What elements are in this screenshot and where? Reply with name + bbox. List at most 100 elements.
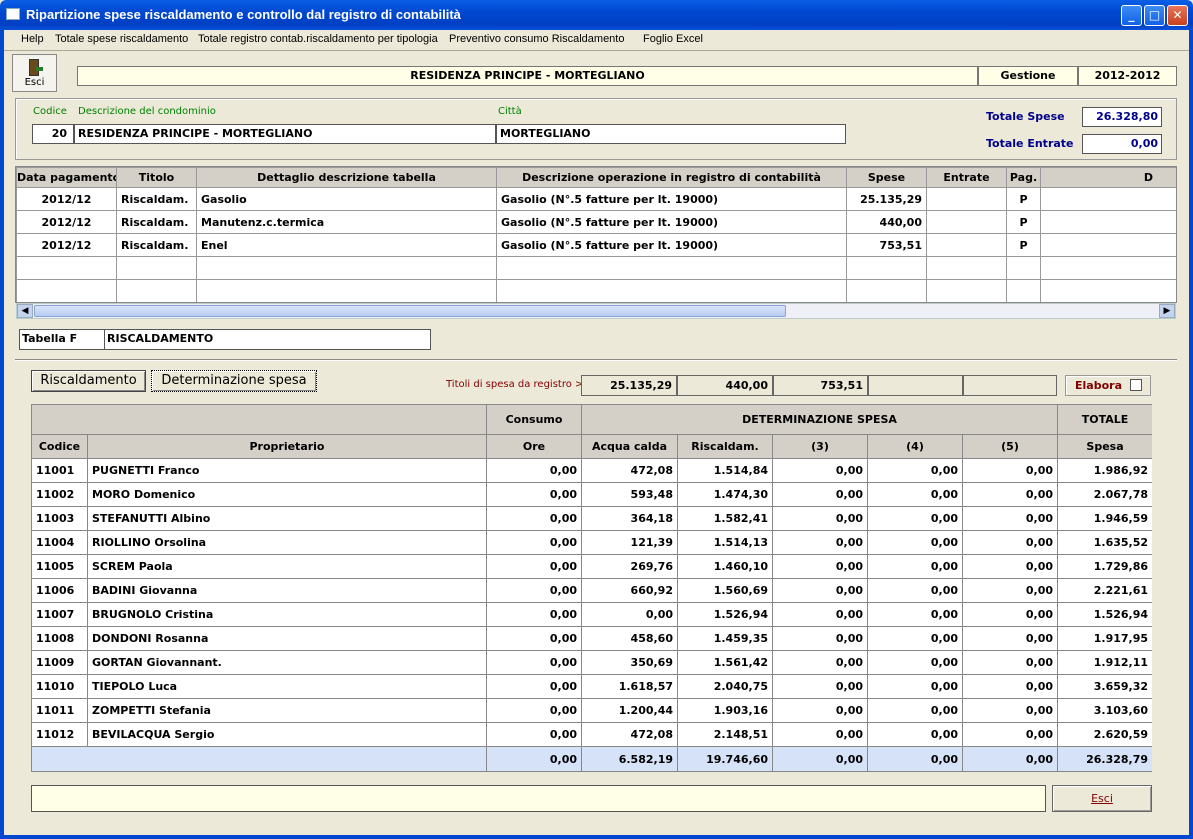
- cell-5[interactable]: 0,00: [961, 554, 1059, 579]
- registro-cell-d[interactable]: [1040, 256, 1176, 280]
- cell-proprietario[interactable]: MORO Domenico: [87, 482, 487, 507]
- cell-proprietario[interactable]: GORTAN Giovannant.: [87, 650, 487, 675]
- cell-riscaldam[interactable]: 1.474,30: [677, 482, 773, 507]
- cell-3[interactable]: 0,00: [772, 530, 868, 555]
- cell-ore[interactable]: 0,00: [486, 650, 582, 675]
- cell-5[interactable]: 0,00: [961, 482, 1059, 507]
- cell-riscaldam[interactable]: 2.148,51: [677, 722, 773, 747]
- cell-ore[interactable]: 0,00: [486, 626, 582, 651]
- cell-codice[interactable]: 11010: [31, 674, 88, 699]
- registro-cell-spese[interactable]: [846, 279, 927, 302]
- cell-riscaldam[interactable]: 2.040,75: [677, 674, 773, 699]
- menu-totale-registro[interactable]: Totale registro contab.riscaldamento per…: [198, 33, 438, 45]
- codice-field[interactable]: 20: [32, 124, 74, 144]
- col-d[interactable]: D: [1040, 167, 1176, 188]
- cell-proprietario[interactable]: ZOMPETTI Stefania: [87, 698, 487, 723]
- cell-acqua-calda[interactable]: 1.200,44: [581, 698, 678, 723]
- registro-cell-pag[interactable]: [1006, 279, 1041, 302]
- col-spesa[interactable]: Spesa: [1057, 434, 1152, 459]
- menu-preventivo[interactable]: Preventivo consumo Riscaldamento: [449, 33, 624, 45]
- col-data-pagamento[interactable]: Data pagamento: [16, 167, 117, 188]
- cell-spesa[interactable]: 3.659,32: [1057, 674, 1152, 699]
- cell-codice[interactable]: 11012: [31, 722, 88, 747]
- col-dettaglio[interactable]: Dettaglio descrizione tabella: [196, 167, 497, 188]
- registro-cell-dettaglio[interactable]: [196, 256, 497, 280]
- cell-codice[interactable]: 11006: [31, 578, 88, 603]
- registro-cell-entrate[interactable]: [926, 187, 1007, 211]
- minimize-button[interactable]: _: [1121, 5, 1142, 26]
- cell-3[interactable]: 0,00: [772, 698, 868, 723]
- col-acqua-calda[interactable]: Acqua calda: [581, 434, 678, 459]
- elabora-checkbox[interactable]: [1130, 379, 1142, 391]
- tab-determinazione-spesa[interactable]: Determinazione spesa: [151, 370, 317, 392]
- cell-3[interactable]: 0,00: [772, 578, 868, 603]
- col-entrate[interactable]: Entrate: [926, 167, 1007, 188]
- tab-riscaldamento[interactable]: Riscaldamento: [31, 370, 146, 392]
- cell-5[interactable]: 0,00: [961, 530, 1059, 555]
- cell-4[interactable]: 0,00: [867, 530, 963, 555]
- cell-proprietario[interactable]: BRUGNOLO Cristina: [87, 602, 487, 627]
- cell-3[interactable]: 0,00: [772, 674, 868, 699]
- cell-spesa[interactable]: 2.620,59: [1057, 722, 1152, 747]
- cell-spesa[interactable]: 1.635,52: [1057, 530, 1152, 555]
- cell-riscaldam[interactable]: 1.514,84: [677, 458, 773, 483]
- cell-5[interactable]: 0,00: [961, 650, 1059, 675]
- cell-ore[interactable]: 0,00: [486, 530, 582, 555]
- cell-5[interactable]: 0,00: [961, 674, 1059, 699]
- cell-3[interactable]: 0,00: [772, 554, 868, 579]
- cell-4[interactable]: 0,00: [867, 482, 963, 507]
- registro-cell-data[interactable]: [16, 279, 117, 302]
- tabella-value[interactable]: RISCALDAMENTO: [104, 329, 431, 350]
- registro-cell-d[interactable]: [1040, 187, 1176, 211]
- registro-cell-d[interactable]: [1040, 279, 1176, 302]
- registro-cell-descrizione[interactable]: [496, 279, 847, 302]
- cell-codice[interactable]: 11007: [31, 602, 88, 627]
- cell-3[interactable]: 0,00: [772, 482, 868, 507]
- registro-cell-dettaglio[interactable]: Enel: [196, 233, 497, 257]
- cell-3[interactable]: 0,00: [772, 602, 868, 627]
- registro-cell-titolo[interactable]: [116, 279, 197, 302]
- registro-cell-dettaglio[interactable]: Manutenz.c.termica: [196, 210, 497, 234]
- cell-riscaldam[interactable]: 1.514,13: [677, 530, 773, 555]
- registro-cell-dettaglio[interactable]: Gasolio: [196, 187, 497, 211]
- cell-spesa[interactable]: 1.912,11: [1057, 650, 1152, 675]
- cell-proprietario[interactable]: DONDONI Rosanna: [87, 626, 487, 651]
- registro-cell-descrizione[interactable]: Gasolio (N°.5 fatture per lt. 19000): [496, 233, 847, 257]
- cell-proprietario[interactable]: RIOLLINO Orsolina: [87, 530, 487, 555]
- proprietario-row[interactable]: 11003 STEFANUTTI Albino 0,00 364,18 1.582,41…: [31, 506, 1152, 531]
- cell-riscaldam[interactable]: 1.460,10: [677, 554, 773, 579]
- cell-ore[interactable]: 0,00: [486, 674, 582, 699]
- proprietario-row[interactable]: 11007 BRUGNOLO Cristina 0,00 0,00 1.526,94 0,…: [31, 602, 1152, 627]
- registro-cell-titolo[interactable]: Riscaldam.: [116, 233, 197, 257]
- col-titolo[interactable]: Titolo: [116, 167, 197, 188]
- cell-spesa[interactable]: 2.067,78: [1057, 482, 1152, 507]
- col-codice[interactable]: Codice: [31, 434, 88, 459]
- cell-5[interactable]: 0,00: [961, 626, 1059, 651]
- registro-cell-titolo[interactable]: Riscaldam.: [116, 210, 197, 234]
- cell-spesa[interactable]: 2.221,61: [1057, 578, 1152, 603]
- esci-toolbar-button[interactable]: Esci: [12, 54, 57, 92]
- registro-cell-data[interactable]: 2012/12: [16, 233, 117, 257]
- col-pag[interactable]: Pag.: [1006, 167, 1041, 188]
- cell-4[interactable]: 0,00: [867, 674, 963, 699]
- cell-4[interactable]: 0,00: [867, 554, 963, 579]
- col-proprietario[interactable]: Proprietario: [87, 434, 487, 459]
- cell-4[interactable]: 0,00: [867, 626, 963, 651]
- registro-cell-data[interactable]: 2012/12: [16, 187, 117, 211]
- cell-ore[interactable]: 0,00: [486, 506, 582, 531]
- cell-5[interactable]: 0,00: [961, 458, 1059, 483]
- registro-cell-spese[interactable]: 440,00: [846, 210, 927, 234]
- cell-3[interactable]: 0,00: [772, 626, 868, 651]
- registro-cell-data[interactable]: 2012/12: [16, 210, 117, 234]
- proprietario-row[interactable]: 11006 BADINI Giovanna 0,00 660,92 1.560,69 0,…: [31, 578, 1152, 603]
- cell-4[interactable]: 0,00: [867, 506, 963, 531]
- registro-cell-descrizione[interactable]: Gasolio (N°.5 fatture per lt. 19000): [496, 210, 847, 234]
- col-4[interactable]: (4): [867, 434, 963, 459]
- cell-5[interactable]: 0,00: [961, 578, 1059, 603]
- cell-ore[interactable]: 0,00: [486, 698, 582, 723]
- registro-cell-entrate[interactable]: [926, 210, 1007, 234]
- registro-cell-pag[interactable]: [1006, 256, 1041, 280]
- registro-cell-entrate[interactable]: [926, 256, 1007, 280]
- cell-acqua-calda[interactable]: 458,60: [581, 626, 678, 651]
- cell-proprietario[interactable]: TIEPOLO Luca: [87, 674, 487, 699]
